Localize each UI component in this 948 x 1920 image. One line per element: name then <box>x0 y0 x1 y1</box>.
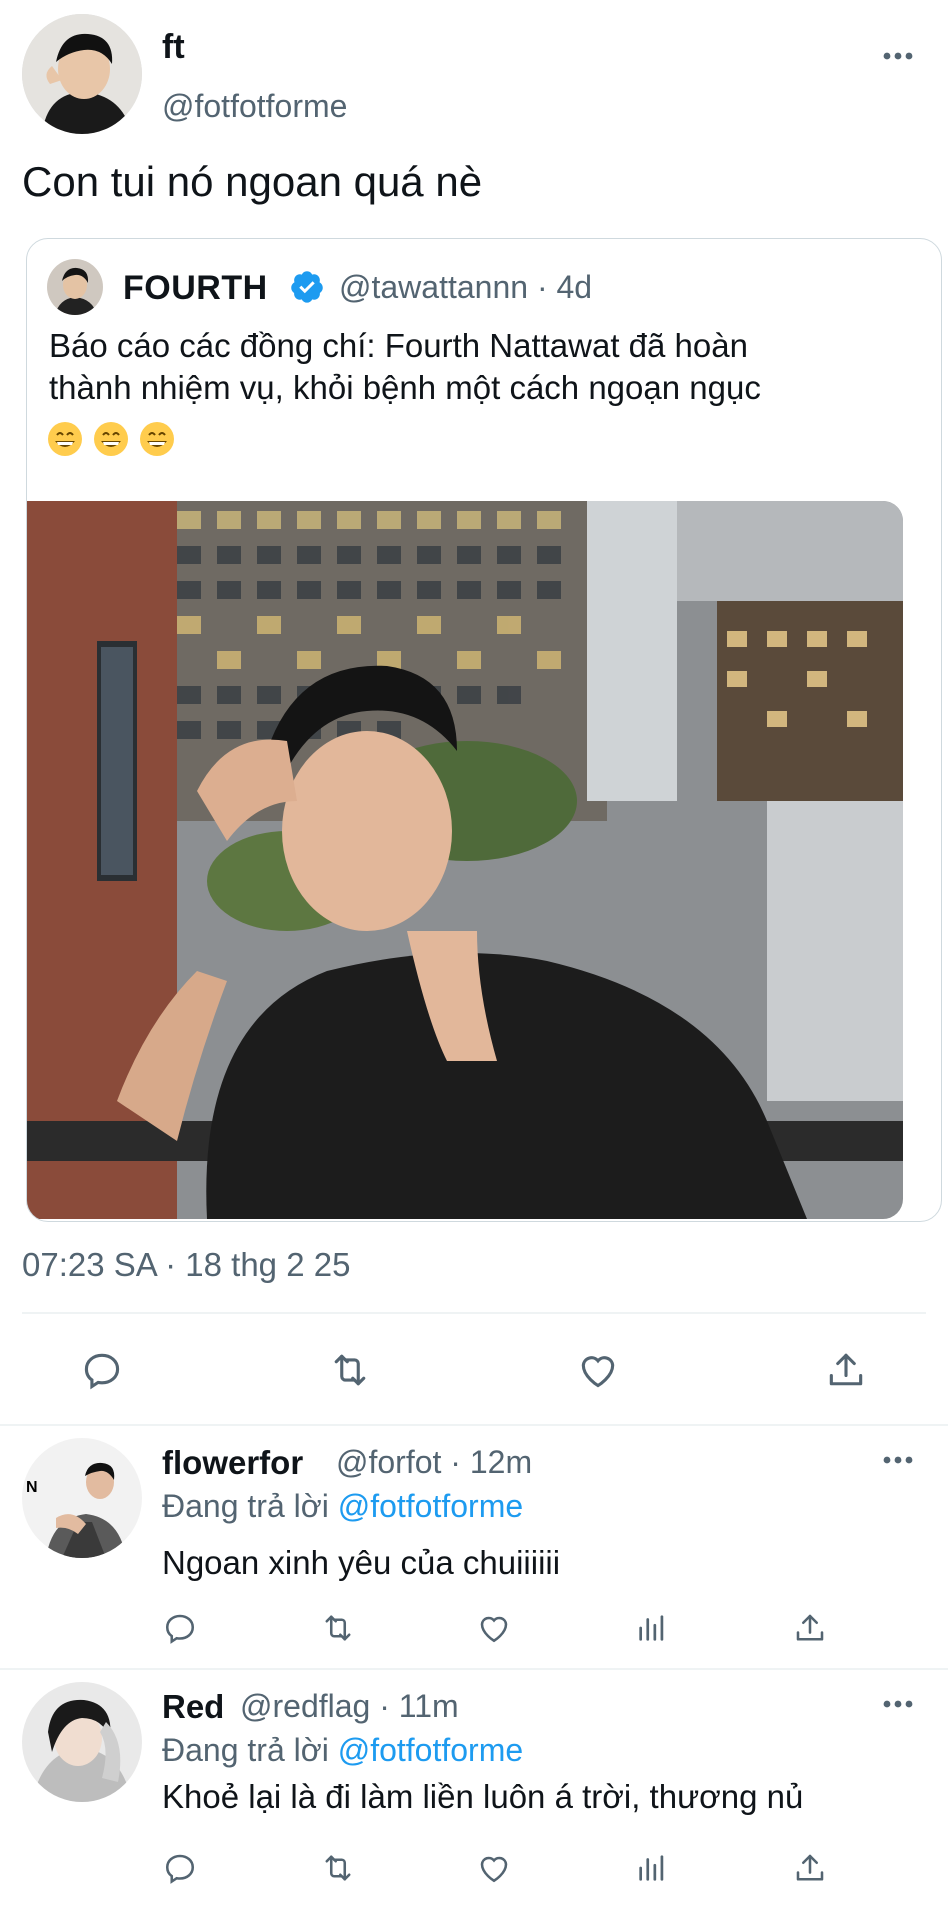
reply-retweet-button[interactable] <box>318 1608 358 1648</box>
replying-prefix: Đang trả lời <box>162 1488 329 1524</box>
reply-icon <box>165 1614 195 1644</box>
replying-to: Đang trả lời @fotfotforme <box>162 1732 523 1769</box>
reply-share-button[interactable] <box>790 1848 830 1888</box>
svg-text:N: N <box>26 1479 38 1496</box>
quoted-photo[interactable] <box>27 501 903 1219</box>
like-button[interactable] <box>572 1344 624 1396</box>
tweet-text: Con tui nó ngoan quá nè <box>22 158 483 205</box>
reply-icon <box>165 1854 195 1884</box>
share-icon <box>796 1854 824 1881</box>
reply-retweet-button[interactable] <box>318 1848 358 1888</box>
reply-handle-time: @forfot · 12m <box>336 1444 533 1480</box>
author-avatar[interactable] <box>22 14 142 134</box>
divider <box>22 1312 926 1314</box>
tweet-timestamp[interactable]: 07:23 SA · 18 thg 2 25 <box>22 1246 350 1284</box>
reply-more-button[interactable] <box>878 1692 918 1716</box>
retweet-icon <box>325 1855 351 1881</box>
more-options-button[interactable] <box>878 44 918 68</box>
share-button[interactable] <box>820 1344 872 1396</box>
reply-reply-button[interactable] <box>160 1848 200 1888</box>
retweet-icon <box>325 1615 351 1641</box>
reply-handle-time: @redflag · 11m <box>240 1688 459 1724</box>
more-icon <box>883 1456 913 1464</box>
author-handle[interactable]: @fotfotforme <box>162 88 347 125</box>
reply-like-button[interactable] <box>474 1608 514 1648</box>
reply-button[interactable] <box>76 1344 128 1396</box>
reply-avatar[interactable] <box>22 1682 142 1802</box>
replying-to: Đang trả lời @fotfotforme <box>162 1488 523 1525</box>
author-name[interactable]: ft <box>162 28 185 67</box>
quoted-text-line2: thành nhiệm vụ, khỏi bệnh một cách ngoạn… <box>49 369 761 406</box>
reply-item[interactable]: Red @redflag · 11m Đang trả lời @fotfotf… <box>0 1670 948 1920</box>
replying-prefix: Đang trả lời <box>162 1732 329 1768</box>
reply-like-button[interactable] <box>474 1848 514 1888</box>
like-icon <box>480 1856 508 1883</box>
quoted-text-line1: Báo cáo các đồng chí: Fourth Nattawat đã… <box>49 327 748 364</box>
share-icon <box>796 1614 824 1641</box>
reply-avatar[interactable]: N <box>22 1438 142 1558</box>
reply-icon <box>84 1353 120 1390</box>
reply-item[interactable]: N flowerfor @forfot · 12m Đang trả lời @… <box>0 1426 948 1668</box>
quoted-author-avatar[interactable] <box>47 259 103 315</box>
reply-reply-button[interactable] <box>160 1608 200 1648</box>
reply-more-button[interactable] <box>878 1448 918 1472</box>
grinning-emoji-icon <box>139 421 175 457</box>
reply-text: Khoẻ lại là đi làm liền luôn á trời, thư… <box>162 1778 804 1815</box>
reply-text: Ngoan xinh yêu của chuiiiiii <box>162 1544 561 1581</box>
replying-to-handle[interactable]: @fotfotforme <box>338 1732 523 1768</box>
replying-to-handle[interactable]: @fotfotforme <box>338 1488 523 1524</box>
verified-badge-icon <box>291 271 323 303</box>
reply-author-name[interactable]: flowerfor <box>162 1444 303 1482</box>
like-icon <box>480 1616 508 1643</box>
grinning-emoji-icon <box>47 421 83 457</box>
more-icon <box>883 1700 913 1708</box>
quoted-handle-time: @tawattannn · 4d <box>339 269 593 305</box>
views-icon <box>639 1615 664 1641</box>
reply-author-name[interactable]: Red <box>162 1688 224 1726</box>
share-icon <box>829 1353 863 1386</box>
reply-views-button[interactable] <box>632 1848 672 1888</box>
quoted-emojis <box>47 421 175 457</box>
more-icon <box>883 52 913 60</box>
quoted-author-name[interactable]: FOURTH <box>123 269 268 308</box>
views-icon <box>639 1855 664 1881</box>
like-icon <box>581 1356 615 1388</box>
quoted-tweet-card[interactable]: FOURTH @tawattannn · 4d Báo cáo các đồng… <box>26 238 942 1222</box>
reply-views-button[interactable] <box>632 1608 672 1648</box>
reply-share-button[interactable] <box>790 1608 830 1648</box>
retweet-icon <box>334 1354 366 1386</box>
retweet-button[interactable] <box>324 1344 376 1396</box>
grinning-emoji-icon <box>93 421 129 457</box>
